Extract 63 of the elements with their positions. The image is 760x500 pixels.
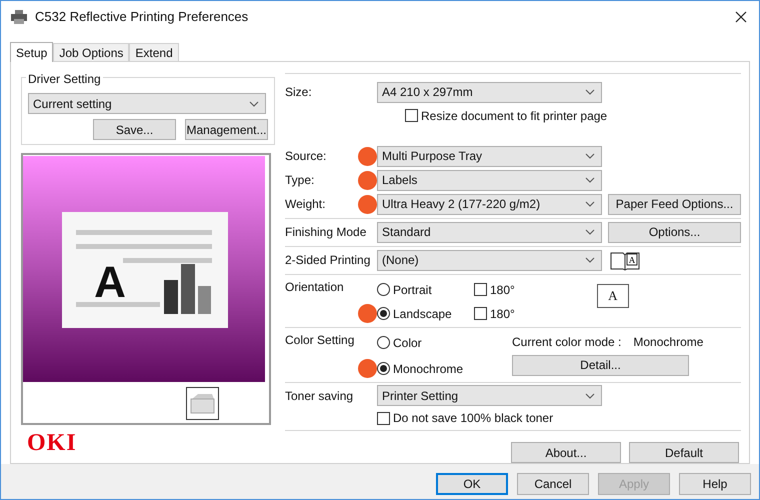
chevron-down-icon	[585, 153, 595, 160]
field-label: Type:	[285, 172, 316, 190]
checkbox-label: Resize document to fit printer page	[421, 108, 608, 125]
checkbox[interactable]	[405, 109, 418, 122]
radio-button[interactable]	[377, 362, 390, 376]
chevron-down-icon	[249, 100, 259, 106]
field-label: 2-Sided Printing	[285, 252, 372, 270]
chevron-down-icon	[585, 201, 595, 208]
chevron-down-icon	[585, 89, 595, 96]
dropdown[interactable]: Standard	[377, 222, 602, 243]
field-label: Toner saving	[285, 388, 354, 405]
field-label: Orientation	[285, 278, 345, 296]
page-icon: A	[596, 284, 629, 308]
radio-label: Color	[393, 334, 422, 352]
window-title: C532 Reflective Printing Preferences	[35, 8, 250, 26]
dropdown[interactable]: Current setting	[28, 93, 266, 114]
management-button[interactable]: Management...	[185, 119, 268, 140]
chevron-down-icon	[585, 177, 595, 184]
radio-button[interactable]	[377, 307, 390, 320]
dropdown[interactable]: Printer Setting	[377, 385, 602, 406]
checkbox[interactable]	[474, 283, 487, 296]
dropdown[interactable]: (None)	[377, 250, 602, 271]
radio-label: Landscape	[393, 306, 452, 323]
options-button[interactable]: Options...	[608, 222, 741, 243]
dropdown[interactable]: Ultra Heavy 2 (177-220 g/m2)	[377, 194, 602, 215]
tab[interactable]: Extend	[129, 43, 179, 61]
chevron-down-icon	[585, 392, 595, 399]
dropdown[interactable]: Labels	[377, 170, 602, 191]
close-icon[interactable]	[735, 11, 747, 23]
field-label: Source:	[285, 148, 328, 166]
printer-icon	[11, 10, 27, 24]
paper-feed-options-button[interactable]: Paper Feed Options...	[608, 194, 741, 215]
field-label: Finishing Mode	[285, 224, 368, 242]
dialog-button[interactable]: Help	[679, 473, 751, 495]
chevron-down-icon	[585, 229, 595, 236]
checkbox-label: Do not save 100% black toner	[393, 410, 554, 428]
radio-button[interactable]	[377, 336, 390, 350]
save-button[interactable]: Save...	[93, 119, 176, 140]
picture: A	[23, 156, 265, 382]
dropdown[interactable]: A4 210 x 297mm	[377, 82, 602, 103]
dialog-button[interactable]: Cancel	[517, 473, 589, 495]
chevron-down-icon	[585, 257, 595, 264]
color-mode-label: Current color mode :	[512, 334, 622, 351]
radio-button[interactable]	[377, 283, 390, 296]
checkbox[interactable]	[377, 412, 390, 425]
color-mode-value: Monochrome	[633, 334, 704, 351]
detail-button[interactable]: Detail...	[512, 354, 689, 376]
field-label: Color Setting	[285, 332, 356, 349]
dialog-button[interactable]: OK	[436, 473, 508, 495]
tab[interactable]: Job Options	[53, 43, 130, 61]
checkbox-label: 180°	[490, 282, 515, 299]
checkbox-label: 180°	[490, 306, 515, 323]
tab[interactable]: Setup	[10, 42, 54, 62]
about-button[interactable]: About...	[511, 442, 621, 464]
field-label: Weight:	[285, 196, 326, 214]
radio-label: Monochrome	[393, 360, 464, 378]
default-button[interactable]: Default	[629, 442, 739, 464]
oki-logo: OKI	[27, 431, 78, 455]
radio-label: Portrait	[393, 282, 432, 299]
field-label: Size:	[285, 84, 313, 102]
checkbox[interactable]	[474, 307, 487, 320]
dropdown[interactable]: Multi Purpose Tray	[377, 146, 602, 167]
printer-icon[interactable]	[186, 387, 218, 420]
